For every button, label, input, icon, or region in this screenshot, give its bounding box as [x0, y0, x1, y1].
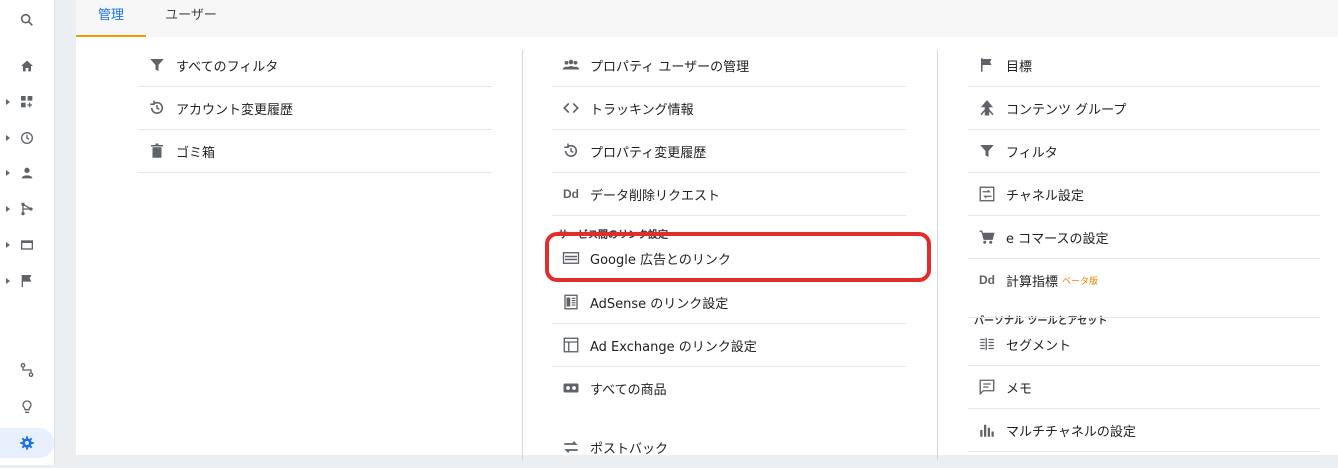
- row-label: プロパティ ユーザーの管理: [590, 59, 750, 75]
- people-icon: [560, 54, 582, 76]
- attribution-icon[interactable]: [0, 355, 54, 385]
- row-label: ポストバック: [590, 441, 669, 457]
- row-label: マルチチャネルの設定: [1006, 424, 1136, 440]
- channel-settings-row[interactable]: チャネル設定: [968, 173, 1320, 216]
- view-filters-row[interactable]: フィルタ: [968, 130, 1320, 173]
- adsense-icon: [560, 291, 582, 313]
- row-label: 目標: [1006, 59, 1033, 75]
- ecommerce-settings-row[interactable]: e コマースの設定: [968, 216, 1320, 259]
- row-label: コンテンツ グループ: [1006, 102, 1127, 118]
- realtime-clock-icon[interactable]: [0, 123, 54, 153]
- content-group-icon: [976, 97, 998, 119]
- code-icon: [560, 97, 582, 119]
- row-label: すべての商品: [590, 382, 667, 398]
- customization-icon[interactable]: [0, 87, 54, 117]
- filter-icon: [976, 140, 998, 162]
- beta-badge: ベータ版: [1062, 276, 1099, 287]
- behavior-icon[interactable]: [0, 230, 54, 260]
- bar-chart-icon: [976, 419, 998, 441]
- dd-icon: Dd: [979, 273, 995, 287]
- row-label: チャネル設定: [1006, 188, 1084, 204]
- trash-row[interactable]: ゴミ箱: [138, 130, 492, 173]
- discover-lightbulb-icon[interactable]: [0, 392, 54, 422]
- ad-exchange-icon: [560, 334, 582, 356]
- flag-icon: [976, 54, 998, 76]
- products-icon: [560, 377, 582, 399]
- multichannel-settings-row[interactable]: マルチチャネルの設定: [968, 409, 1320, 452]
- ad-exchange-link-row[interactable]: Ad Exchange のリンク設定: [552, 324, 906, 367]
- search-icon[interactable]: [0, 5, 54, 35]
- filter-icon: [146, 54, 168, 76]
- dd-icon: Dd: [563, 187, 579, 201]
- row-label: すべてのフィルタ: [176, 59, 279, 75]
- row-label: ゴミ箱: [176, 145, 216, 161]
- property-user-management-row[interactable]: プロパティ ユーザーの管理: [552, 44, 906, 87]
- section-divider: [968, 317, 1320, 318]
- column-divider: [522, 50, 523, 460]
- segments-row[interactable]: セグメント: [968, 323, 1320, 366]
- history-icon: [560, 140, 582, 162]
- tracking-info-row[interactable]: トラッキング情報: [552, 87, 906, 130]
- account-history-row[interactable]: アカウント変更履歴: [138, 87, 492, 130]
- all-products-row[interactable]: すべての商品: [552, 367, 906, 409]
- property-history-row[interactable]: プロパティ変更履歴: [552, 130, 906, 173]
- conversions-flag-icon[interactable]: [0, 266, 54, 296]
- row-label: Ad Exchange のリンク設定: [590, 339, 757, 355]
- cart-icon: [976, 226, 998, 248]
- row-label: AdSense のリンク設定: [590, 296, 729, 312]
- segment-icon: [976, 333, 998, 355]
- row-label: アカウント変更履歴: [176, 102, 294, 118]
- row-label: トラッキング情報: [590, 102, 694, 118]
- tab-bar: 管理 ユーザー: [76, 0, 1338, 37]
- account-filters-row[interactable]: すべてのフィルタ: [138, 44, 492, 87]
- data-deletion-row[interactable]: Dd データ削除リクエスト: [552, 173, 906, 216]
- home-icon[interactable]: [0, 51, 54, 81]
- row-label: メモ: [1006, 381, 1033, 397]
- row-label: データ削除リクエスト: [590, 188, 721, 204]
- left-nav-rail: [0, 0, 55, 465]
- acquisition-icon[interactable]: [0, 194, 54, 224]
- audience-person-icon[interactable]: [0, 158, 54, 188]
- calculated-metrics-row[interactable]: Dd 計算指標 ベータ版: [968, 259, 1320, 301]
- trash-icon: [146, 140, 168, 162]
- content-grouping-row[interactable]: コンテンツ グループ: [968, 87, 1320, 130]
- admin-gear-icon[interactable]: [0, 428, 54, 458]
- highlight-annotation: [545, 232, 931, 282]
- goals-row[interactable]: 目標: [968, 44, 1320, 87]
- row-label: 計算指標: [1006, 274, 1059, 290]
- history-icon: [146, 97, 168, 119]
- row-label: セグメント: [1006, 338, 1072, 354]
- column-divider: [937, 50, 938, 460]
- tab-admin[interactable]: 管理: [76, 0, 146, 37]
- annotations-row[interactable]: メモ: [968, 366, 1320, 409]
- adsense-link-row[interactable]: AdSense のリンク設定: [552, 281, 906, 324]
- tab-user[interactable]: ユーザー: [154, 0, 228, 35]
- channel-icon: [976, 183, 998, 205]
- row-label: e コマースの設定: [1006, 231, 1109, 247]
- postback-row[interactable]: ポストバック: [552, 426, 906, 468]
- memo-icon: [976, 376, 998, 398]
- postback-icon: [560, 436, 582, 458]
- admin-main-panel: 管理 ユーザー すべてのフィルタ アカウント変更履歴 ゴミ箱 プロパティ ユーザ…: [76, 0, 1338, 460]
- row-label: プロパティ変更履歴: [590, 145, 707, 161]
- row-label: フィルタ: [1006, 145, 1058, 161]
